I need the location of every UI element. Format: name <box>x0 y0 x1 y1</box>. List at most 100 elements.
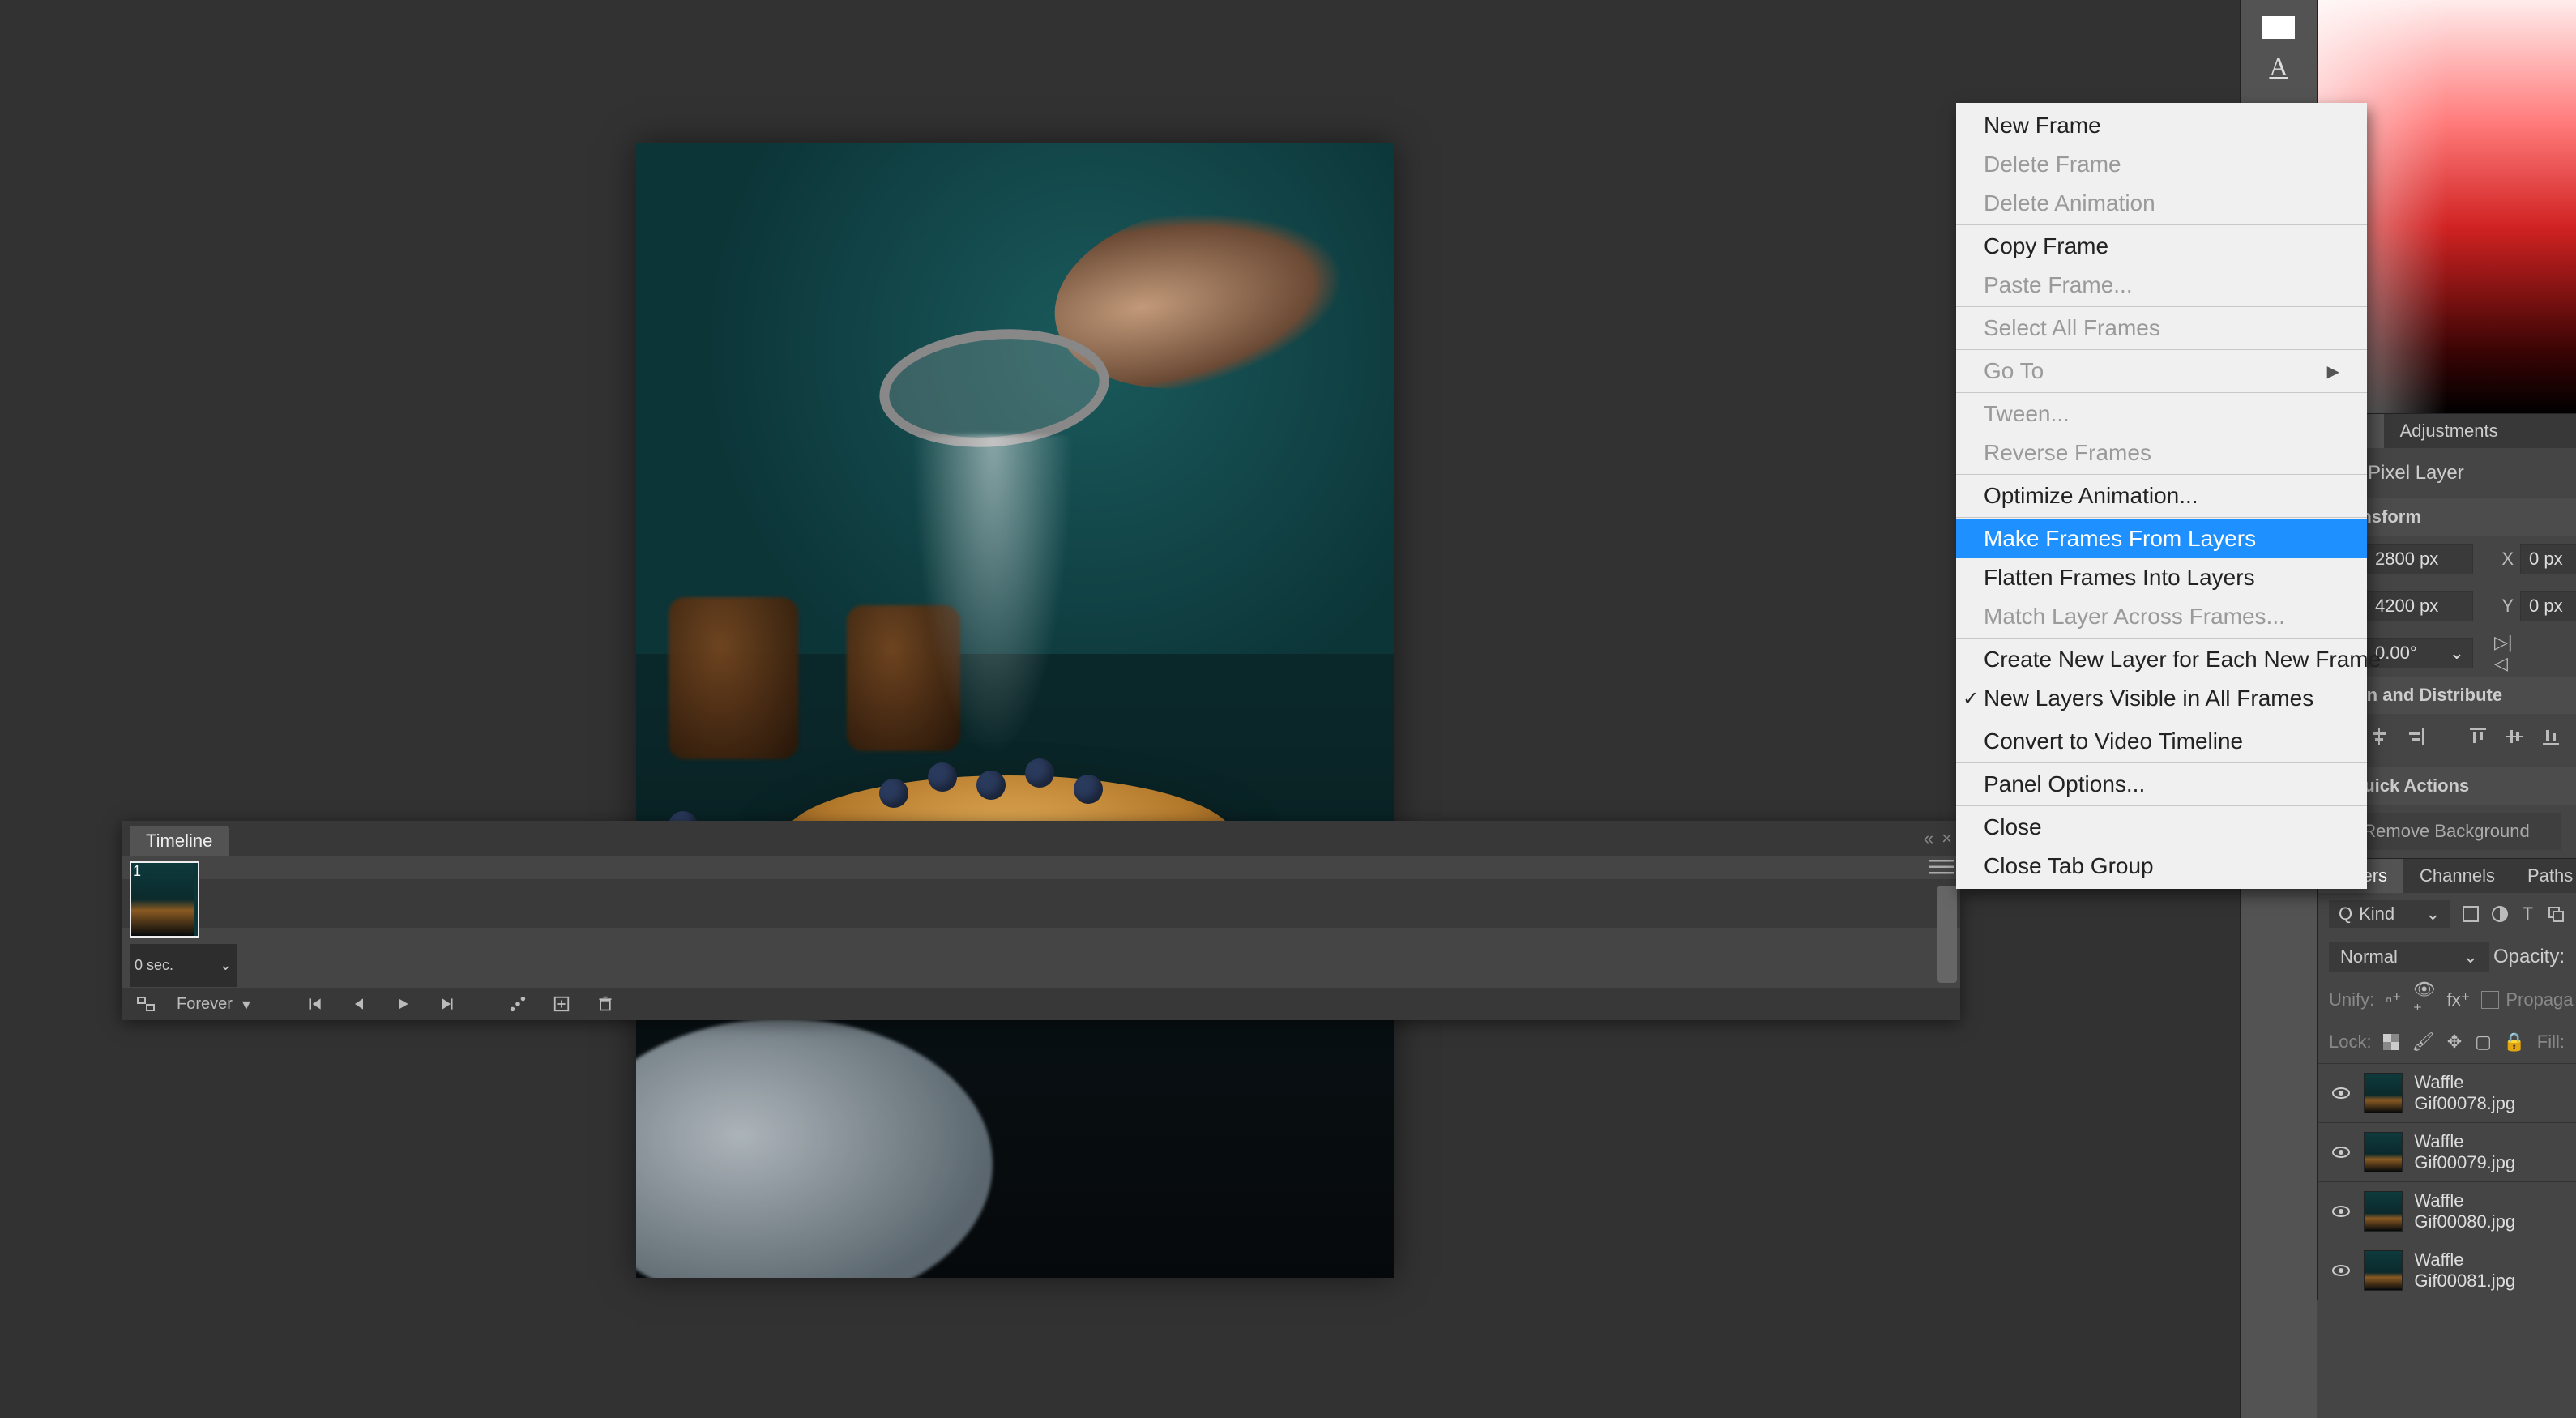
unify-style-icon[interactable]: fx⁺ <box>2447 985 2471 1014</box>
new-frame-icon[interactable] <box>549 991 575 1017</box>
kind-filter[interactable]: Q Kind ⌄ <box>2329 900 2450 928</box>
blueberry <box>1074 775 1103 804</box>
menu-item[interactable]: Flatten Frames Into Layers <box>1956 558 2367 597</box>
lock-transparency-icon[interactable] <box>2383 1027 2401 1057</box>
x-label: X <box>2486 549 2514 570</box>
layer-row[interactable]: Waffle Gif00079.jpg <box>2318 1122 2576 1181</box>
layer-thumbnail <box>2364 1073 2403 1113</box>
tab-paths[interactable]: Paths <box>2511 859 2576 893</box>
visibility-toggle[interactable] <box>2329 1081 2352 1105</box>
convert-timeline-icon[interactable] <box>133 991 159 1017</box>
layer-thumbnail <box>2364 1191 2403 1232</box>
menu-item-label: Tween... <box>1984 401 2070 427</box>
layer-thumbnail <box>2364 1132 2403 1172</box>
menu-item: Go To▶ <box>1956 352 2367 391</box>
document-canvas[interactable] <box>636 143 1394 1278</box>
blend-mode-value: Normal <box>2340 946 2398 967</box>
tab-adjustments[interactable]: Adjustments <box>2384 414 2514 448</box>
loop-select[interactable]: Forever ▾ <box>177 994 250 1014</box>
lock-artboard-icon[interactable]: ▢ <box>2475 1027 2493 1057</box>
menu-item[interactable]: Convert to Video Timeline <box>1956 722 2367 761</box>
menu-item[interactable]: Close <box>1956 808 2367 847</box>
visibility-toggle[interactable] <box>2329 1258 2352 1283</box>
height-input[interactable]: 4200 px <box>2366 591 2473 621</box>
menu-item-label: Copy Frame <box>1984 233 2108 259</box>
width-input[interactable]: 2800 px <box>2366 544 2473 574</box>
layer-row[interactable]: Waffle Gif00081.jpg <box>2318 1241 2576 1300</box>
close-icon[interactable]: × <box>1942 828 1952 849</box>
timeline-panel: Timeline « × 1 0 sec. ⌄ <box>122 821 1960 1020</box>
menu-item-label: New Layers Visible in All Frames <box>1984 686 2313 711</box>
collapse-icon[interactable]: « <box>1924 828 1933 849</box>
blend-mode-select[interactable]: Normal ⌄ <box>2329 942 2489 972</box>
layer-name: Waffle Gif00078.jpg <box>2414 1072 2565 1114</box>
lock-label: Lock: <box>2329 1031 2372 1053</box>
align-top-icon[interactable] <box>2467 722 2489 751</box>
timeline-tab[interactable]: Timeline <box>130 826 229 856</box>
menu-item[interactable]: Copy Frame <box>1956 227 2367 266</box>
lock-all-icon[interactable]: 🔒 <box>2503 1027 2525 1057</box>
play-icon[interactable] <box>390 991 416 1017</box>
filter-pixel-icon[interactable] <box>2462 899 2480 929</box>
menu-separator <box>1956 517 2367 518</box>
lock-image-icon[interactable]: 🖌 <box>2412 1027 2434 1057</box>
menu-separator <box>1956 474 2367 475</box>
menu-item[interactable]: Panel Options... <box>1956 765 2367 804</box>
menu-item-label: Optimize Animation... <box>1984 483 2198 509</box>
unify-position-icon[interactable]: ▫⁺ <box>2386 985 2401 1014</box>
swatch-white[interactable] <box>2262 16 2295 39</box>
tween-icon[interactable] <box>505 991 531 1017</box>
align-center-v-icon[interactable] <box>2504 722 2526 751</box>
visibility-toggle[interactable] <box>2329 1140 2352 1164</box>
menu-item-label: Close Tab Group <box>1984 853 2154 879</box>
chevron-down-icon: ⌄ <box>2463 946 2478 967</box>
filter-shape-icon[interactable] <box>2547 899 2565 929</box>
lock-position-icon[interactable]: ✥ <box>2446 1027 2463 1057</box>
menu-item-label: Reverse Frames <box>1984 440 2151 466</box>
menu-item[interactable]: New Frame <box>1956 106 2367 145</box>
menu-item-label: Select All Frames <box>1984 315 2160 341</box>
menu-item: Delete Frame <box>1956 145 2367 184</box>
y-input[interactable]: 0 px <box>2520 591 2576 621</box>
align-right-icon[interactable] <box>2404 722 2426 751</box>
prev-frame-icon[interactable] <box>346 991 372 1017</box>
frame-strip-bg <box>122 879 1960 928</box>
menu-item[interactable]: ✓New Layers Visible in All Frames <box>1956 679 2367 718</box>
unify-visibility-icon[interactable]: 👁⁺ <box>2413 985 2436 1014</box>
x-input[interactable]: 0 px <box>2520 544 2576 574</box>
timeline-body: 1 0 sec. ⌄ <box>122 856 1960 986</box>
layer-row[interactable]: Waffle Gif00078.jpg <box>2318 1063 2576 1122</box>
menu-item: Select All Frames <box>1956 309 2367 348</box>
align-center-h-icon[interactable] <box>2369 722 2390 751</box>
menu-separator <box>1956 392 2367 393</box>
frame-duration-select[interactable]: 0 sec. ⌄ <box>130 944 237 987</box>
delete-frame-icon[interactable] <box>592 991 618 1017</box>
flip-horizontal-icon[interactable]: ▷|◁ <box>2494 639 2523 668</box>
menu-item[interactable]: Create New Layer for Each New Frame <box>1956 640 2367 679</box>
check-icon: ✓ <box>1963 687 1979 711</box>
menu-item-label: Create New Layer for Each New Frame <box>1984 647 2381 673</box>
filter-adjustment-icon[interactable] <box>2491 899 2509 929</box>
propagate-checkbox[interactable] <box>2481 991 2499 1009</box>
visibility-toggle[interactable] <box>2329 1199 2352 1224</box>
next-frame-icon[interactable] <box>434 991 459 1017</box>
character-panel-icon[interactable]: A <box>2258 45 2300 88</box>
layer-row[interactable]: Waffle Gif00080.jpg <box>2318 1181 2576 1241</box>
timeline-header: Timeline « × <box>122 821 1960 856</box>
menu-item[interactable]: Close Tab Group <box>1956 847 2367 886</box>
filter-type-icon[interactable]: T <box>2520 899 2535 929</box>
first-frame-icon[interactable] <box>302 991 328 1017</box>
layer-name: Waffle Gif00080.jpg <box>2414 1190 2565 1232</box>
scrollbar[interactable] <box>1937 886 1957 983</box>
unify-label: Unify: <box>2329 989 2374 1010</box>
align-bottom-icon[interactable] <box>2540 722 2561 751</box>
menu-item: Tween... <box>1956 395 2367 434</box>
menu-item[interactable]: Make Frames From Layers <box>1956 519 2367 558</box>
chevron-down-icon: ⌄ <box>2425 903 2440 925</box>
frame-index: 1 <box>133 863 141 880</box>
frame-thumb[interactable]: 1 <box>130 861 199 938</box>
angle-input[interactable]: 0.00°⌄ <box>2366 638 2473 668</box>
menu-item[interactable]: Optimize Animation... <box>1956 476 2367 515</box>
tab-channels[interactable]: Channels <box>2403 859 2511 893</box>
menu-item-label: New Frame <box>1984 113 2101 139</box>
